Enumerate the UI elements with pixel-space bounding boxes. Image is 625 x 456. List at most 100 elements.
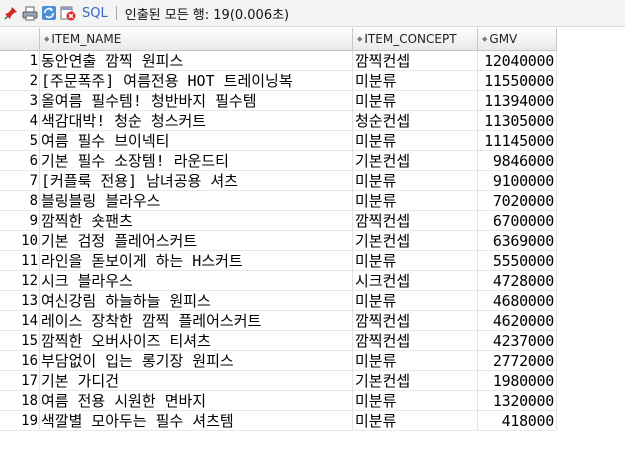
item-concept-cell[interactable]: 기본컨셉 [353,151,478,171]
item-concept-cell[interactable]: 기본컨셉 [353,371,478,391]
item-name-cell[interactable]: 여신강림 하늘하늘 원피스 [40,291,353,311]
cancel-query-icon[interactable] [60,5,76,21]
table-row[interactable]: 12 시크 블라우스 시크컨셉 4728000 [0,271,557,291]
item-name-cell[interactable]: 여름 전용 시원한 면바지 [40,391,353,411]
table-row[interactable]: 10 기본 검정 플레어스커트 기본컨셉 6369000 [0,231,557,251]
row-number[interactable]: 9 [0,211,40,231]
gmv-cell[interactable]: 4728000 [478,271,557,291]
gmv-cell[interactable]: 6700000 [478,211,557,231]
item-name-cell[interactable]: 여름 필수 브이넥티 [40,131,353,151]
gmv-cell[interactable]: 4680000 [478,291,557,311]
gmv-cell[interactable]: 11550000 [478,71,557,91]
row-number[interactable]: 13 [0,291,40,311]
item-concept-cell[interactable]: 청순컨셉 [353,111,478,131]
row-number[interactable]: 17 [0,371,40,391]
gmv-cell[interactable]: 12040000 [478,51,557,71]
table-row[interactable]: 2 [주문폭주] 여름전용 HOT 트레이닝복 미분류 11550000 [0,71,557,91]
item-concept-cell[interactable]: 깜찍컨셉 [353,331,478,351]
item-name-cell[interactable]: 색감대박! 청순 청스커트 [40,111,353,131]
gmv-cell[interactable]: 11394000 [478,91,557,111]
item-name-cell[interactable]: 시크 블라우스 [40,271,353,291]
table-row[interactable]: 3 올여름 필수템! 청반바지 필수템 미분류 11394000 [0,91,557,111]
table-row[interactable]: 14 레이스 장착한 깜찍 플레어스커트 깜찍컨셉 4620000 [0,311,557,331]
table-row[interactable]: 7 [커플룩 전용] 남녀공용 셔츠 미분류 9100000 [0,171,557,191]
row-number[interactable]: 15 [0,331,40,351]
row-number[interactable]: 12 [0,271,40,291]
table-row[interactable]: 18 여름 전용 시원한 면바지 미분류 1320000 [0,391,557,411]
row-number[interactable]: 2 [0,71,40,91]
table-row[interactable]: 16 부담없이 입는 롱기장 원피스 미분류 2772000 [0,351,557,371]
item-concept-cell[interactable]: 미분류 [353,191,478,211]
gmv-cell[interactable]: 4620000 [478,311,557,331]
item-name-cell[interactable]: [주문폭주] 여름전용 HOT 트레이닝복 [40,71,353,91]
table-row[interactable]: 13 여신강림 하늘하늘 원피스 미분류 4680000 [0,291,557,311]
column-header-gmv[interactable]: ◆ GMV [478,28,557,51]
table-row[interactable]: 9 깜찍한 숏팬츠 깜찍컨셉 6700000 [0,211,557,231]
item-concept-cell[interactable]: 미분류 [353,251,478,271]
item-name-cell[interactable]: 블링블링 블라우스 [40,191,353,211]
gmv-cell[interactable]: 5550000 [478,251,557,271]
row-number[interactable]: 4 [0,111,40,131]
table-row[interactable]: 5 여름 필수 브이넥티 미분류 11145000 [0,131,557,151]
item-concept-cell[interactable]: 시크컨셉 [353,271,478,291]
item-concept-cell[interactable]: 미분류 [353,391,478,411]
column-header-item-name[interactable]: ◆ ITEM_NAME [40,28,353,51]
pin-icon[interactable] [3,5,19,21]
table-row[interactable]: 19 색깔별 모아두는 필수 셔츠템 미분류 418000 [0,411,557,431]
row-number[interactable]: 1 [0,51,40,71]
item-concept-cell[interactable]: 깜찍컨셉 [353,311,478,331]
gmv-cell[interactable]: 11145000 [478,131,557,151]
gmv-cell[interactable]: 1980000 [478,371,557,391]
sql-link[interactable]: SQL [82,6,108,21]
item-name-cell[interactable]: 기본 가디건 [40,371,353,391]
item-name-cell[interactable]: 올여름 필수템! 청반바지 필수템 [40,91,353,111]
gmv-cell[interactable]: 4237000 [478,331,557,351]
item-concept-cell[interactable]: 미분류 [353,411,478,431]
row-number[interactable]: 18 [0,391,40,411]
row-number[interactable]: 7 [0,171,40,191]
table-row[interactable]: 4 색감대박! 청순 청스커트 청순컨셉 11305000 [0,111,557,131]
row-number[interactable]: 11 [0,251,40,271]
column-header-item-concept[interactable]: ◆ ITEM_CONCEPT [353,28,478,51]
gmv-cell[interactable]: 9100000 [478,171,557,191]
row-number[interactable]: 14 [0,311,40,331]
row-number[interactable]: 3 [0,91,40,111]
row-number[interactable]: 19 [0,411,40,431]
item-name-cell[interactable]: 동안연출 깜찍 원피스 [40,51,353,71]
item-concept-cell[interactable]: 미분류 [353,171,478,191]
item-concept-cell[interactable]: 깜찍컨셉 [353,51,478,71]
gmv-cell[interactable]: 1320000 [478,391,557,411]
item-concept-cell[interactable]: 미분류 [353,291,478,311]
item-name-cell[interactable]: 라인을 돋보이게 하는 H스커트 [40,251,353,271]
item-concept-cell[interactable]: 깜찍컨셉 [353,211,478,231]
item-name-cell[interactable]: 깜찍한 오버사이즈 티셔츠 [40,331,353,351]
gmv-cell[interactable]: 2772000 [478,351,557,371]
gmv-cell[interactable]: 418000 [478,411,557,431]
row-number[interactable]: 5 [0,131,40,151]
item-concept-cell[interactable]: 미분류 [353,351,478,371]
table-row[interactable]: 11 라인을 돋보이게 하는 H스커트 미분류 5550000 [0,251,557,271]
item-name-cell[interactable]: 색깔별 모아두는 필수 셔츠템 [40,411,353,431]
item-name-cell[interactable]: 기본 필수 소장템! 라운드티 [40,151,353,171]
table-row[interactable]: 15 깜찍한 오버사이즈 티셔츠 깜찍컨셉 4237000 [0,331,557,351]
item-concept-cell[interactable]: 미분류 [353,91,478,111]
gmv-cell[interactable]: 9846000 [478,151,557,171]
item-name-cell[interactable]: 깜찍한 숏팬츠 [40,211,353,231]
print-icon[interactable] [22,5,38,21]
item-name-cell[interactable]: 부담없이 입는 롱기장 원피스 [40,351,353,371]
item-concept-cell[interactable]: 기본컨셉 [353,231,478,251]
row-number[interactable]: 8 [0,191,40,211]
table-row[interactable]: 6 기본 필수 소장템! 라운드티 기본컨셉 9846000 [0,151,557,171]
table-row[interactable]: 8 블링블링 블라우스 미분류 7020000 [0,191,557,211]
item-name-cell[interactable]: 레이스 장착한 깜찍 플레어스커트 [40,311,353,331]
gmv-cell[interactable]: 7020000 [478,191,557,211]
table-row[interactable]: 1 동안연출 깜찍 원피스 깜찍컨셉 12040000 [0,51,557,71]
table-row[interactable]: 17 기본 가디건 기본컨셉 1980000 [0,371,557,391]
row-number[interactable]: 6 [0,151,40,171]
gmv-cell[interactable]: 6369000 [478,231,557,251]
item-concept-cell[interactable]: 미분류 [353,71,478,91]
row-number[interactable]: 10 [0,231,40,251]
gmv-cell[interactable]: 11305000 [478,111,557,131]
refresh-icon[interactable] [41,5,57,21]
row-number[interactable]: 16 [0,351,40,371]
